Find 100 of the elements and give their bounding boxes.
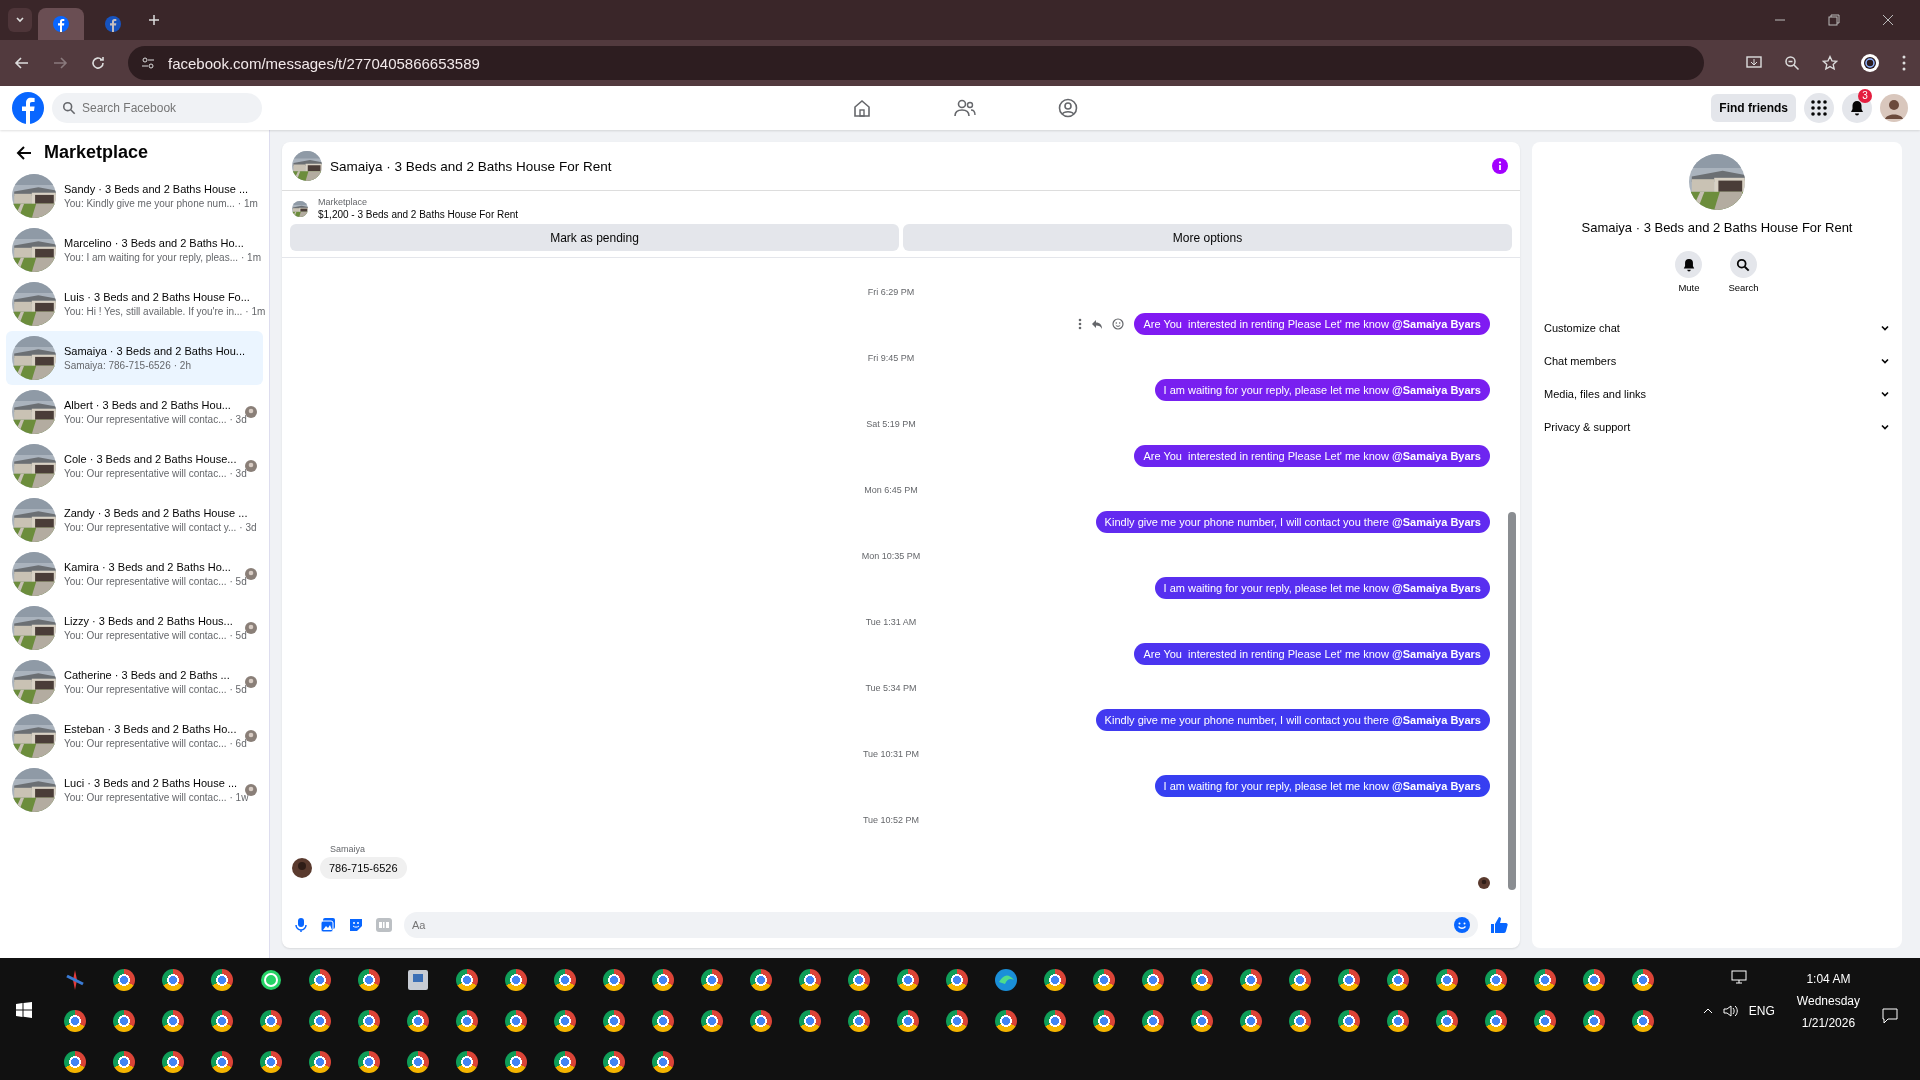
conversation-item[interactable]: Luis · 3 Beds and 2 Baths House Fo... You: Hi ! Yes, still available. If you're in... · 1m xyxy=(6,277,263,331)
conversation-item[interactable]: Lizzy · 3 Beds and 2 Baths Hous... You: Our representative will contac... · 5d xyxy=(6,601,263,655)
emoji-icon[interactable] xyxy=(1112,318,1125,330)
tab-list-button[interactable] xyxy=(8,8,32,32)
browser-icon[interactable] xyxy=(161,1010,184,1032)
browser-icon[interactable] xyxy=(112,1051,135,1073)
browser-icon[interactable] xyxy=(455,969,478,991)
conversation-item[interactable]: Samaiya · 3 Beds and 2 Baths Hou... Samaiya: 786-715-6526 · 2h xyxy=(6,331,263,385)
browser-icon[interactable] xyxy=(63,1051,86,1073)
browser-icon[interactable] xyxy=(308,969,331,991)
conversation-item[interactable]: Albert · 3 Beds and 2 Baths Hou... You: Our representative will contac... · 3d xyxy=(6,385,263,439)
browser-icon[interactable] xyxy=(1337,969,1360,991)
browser-icon[interactable] xyxy=(112,1010,135,1032)
browser-icon[interactable] xyxy=(1533,1010,1556,1032)
browser-icon[interactable] xyxy=(357,1010,380,1032)
info-icon[interactable] xyxy=(1492,158,1508,174)
clock-date[interactable]: 1/21/2026 xyxy=(1801,1016,1856,1030)
browser-icon[interactable] xyxy=(651,969,674,991)
browser-icon[interactable] xyxy=(1141,969,1164,991)
browser-icon[interactable] xyxy=(1043,1010,1066,1032)
logo-icon[interactable] xyxy=(12,92,44,124)
browser-icon[interactable] xyxy=(896,969,919,991)
like-icon[interactable] xyxy=(1490,916,1508,934)
browser-icon[interactable] xyxy=(602,1010,625,1032)
bookmark-icon[interactable] xyxy=(1822,55,1838,71)
notifications-button[interactable] xyxy=(1842,93,1872,123)
search-bar[interactable]: Search Facebook xyxy=(52,93,262,123)
grid-icon[interactable] xyxy=(1811,100,1827,116)
logo-icon[interactable] xyxy=(53,16,69,32)
action-button[interactable]: Mark as pending xyxy=(290,224,899,251)
volume-icon[interactable] xyxy=(1722,1004,1739,1018)
apps-button[interactable] xyxy=(1804,93,1834,123)
conversation-item[interactable]: Marcelino · 3 Beds and 2 Baths Ho... You: I am waiting for your reply, pleas... · 1m xyxy=(6,223,263,277)
browser-icon[interactable] xyxy=(1386,1010,1409,1032)
avatar[interactable] xyxy=(1880,94,1908,122)
network-icon[interactable] xyxy=(1730,970,1747,984)
close-icon[interactable] xyxy=(1882,14,1894,26)
app-icon[interactable] xyxy=(406,969,429,991)
browser-icon[interactable] xyxy=(553,969,576,991)
browser-icon[interactable] xyxy=(1582,969,1605,991)
browser-icon[interactable] xyxy=(1190,1010,1213,1032)
image-icon[interactable] xyxy=(320,917,336,933)
bell-icon[interactable] xyxy=(1681,257,1696,272)
sticker-icon[interactable] xyxy=(348,917,364,933)
find-friends-button[interactable]: Find friends xyxy=(1711,94,1796,122)
browser-icon[interactable] xyxy=(406,1051,429,1073)
browser-icon[interactable] xyxy=(1092,969,1115,991)
clock-day[interactable]: Wednesday xyxy=(1796,994,1860,1008)
bell-icon[interactable] xyxy=(1849,100,1865,116)
start-icon[interactable] xyxy=(16,1002,32,1018)
browser-icon[interactable] xyxy=(651,1010,674,1032)
browser-icon[interactable] xyxy=(651,1051,674,1073)
reload-icon[interactable] xyxy=(90,55,106,71)
logo-icon[interactable] xyxy=(105,16,121,32)
back-icon[interactable] xyxy=(16,144,32,161)
browser-icon[interactable] xyxy=(1484,969,1507,991)
browser-icon[interactable] xyxy=(1043,969,1066,991)
browser-icon[interactable] xyxy=(553,1010,576,1032)
restore-icon[interactable] xyxy=(1828,14,1840,26)
browser-icon[interactable] xyxy=(357,1051,380,1073)
browser-icon[interactable] xyxy=(455,1010,478,1032)
section-toggle[interactable]: Media, files and links xyxy=(1542,377,1892,410)
conversation-item[interactable]: Esteban · 3 Beds and 2 Baths Ho... You: Our representative will contac... · 6d xyxy=(6,709,263,763)
language-indicator[interactable]: ENG xyxy=(1748,1004,1775,1018)
microphone-icon[interactable] xyxy=(294,917,308,933)
browser-icon[interactable] xyxy=(1533,969,1556,991)
browser-icon[interactable] xyxy=(504,1010,527,1032)
conversation-item[interactable]: Cole · 3 Beds and 2 Baths House... You: Our representative will contac... · 3d xyxy=(6,439,263,493)
home-icon[interactable] xyxy=(852,98,872,118)
zoom-icon[interactable] xyxy=(1784,55,1800,71)
browser-icon[interactable] xyxy=(504,969,527,991)
conversation-item[interactable]: Kamira · 3 Beds and 2 Baths Ho... You: Our representative will contac... · 5d xyxy=(6,547,263,601)
browser-icon[interactable] xyxy=(1239,1010,1262,1032)
browser-icon[interactable] xyxy=(1288,1010,1311,1032)
friends-icon[interactable] xyxy=(954,98,976,118)
browser-icon[interactable] xyxy=(700,1010,723,1032)
forward-icon[interactable] xyxy=(52,55,68,71)
profile-icon[interactable] xyxy=(1860,53,1880,73)
browser-icon[interactable] xyxy=(994,1010,1017,1032)
chevron-down-icon[interactable] xyxy=(15,15,25,25)
browser-icon[interactable] xyxy=(1484,1010,1507,1032)
conversation-item[interactable]: Sandy · 3 Beds and 2 Baths House ... You: Kindly give me your phone num... · 1m xyxy=(6,169,263,223)
browser-icon[interactable] xyxy=(1631,1010,1654,1032)
browser-icon[interactable] xyxy=(847,969,870,991)
address-bar[interactable]: facebook.com/messages/t/2770405866653589 xyxy=(128,46,1704,80)
browser-icon[interactable] xyxy=(749,1010,772,1032)
browser-icon[interactable] xyxy=(602,1051,625,1073)
reply-icon[interactable] xyxy=(1091,318,1104,330)
browser-icon[interactable] xyxy=(602,969,625,991)
mute-button[interactable] xyxy=(1675,251,1703,278)
browser-icon[interactable] xyxy=(455,1051,478,1073)
browser-icon[interactable] xyxy=(210,1010,233,1032)
browser-icon[interactable] xyxy=(161,969,184,991)
browser-icon[interactable] xyxy=(553,1051,576,1073)
browser-icon[interactable] xyxy=(259,1051,282,1073)
browser-icon[interactable] xyxy=(798,1010,821,1032)
browser-icon[interactable] xyxy=(1239,969,1262,991)
browser-icon[interactable] xyxy=(504,1051,527,1073)
browser-icon[interactable] xyxy=(1631,969,1654,991)
browser-icon[interactable] xyxy=(847,1010,870,1032)
